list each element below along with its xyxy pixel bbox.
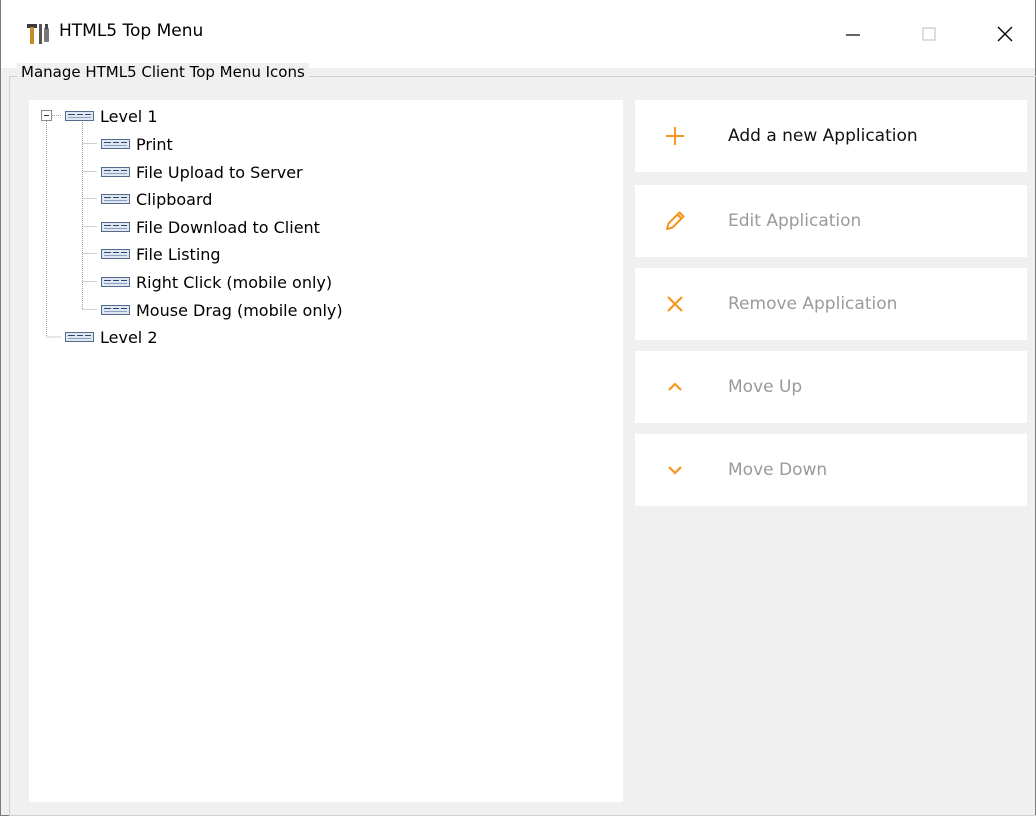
tree-node-label: File Upload to Server: [136, 162, 303, 182]
tree-node-file-download[interactable]: File Download to Client: [101, 216, 320, 238]
tree-node-label: Print: [136, 134, 173, 154]
menu-bar-icon: [101, 277, 130, 287]
menu-bar-icon: [101, 194, 130, 204]
minimize-icon: [846, 34, 860, 36]
close-button[interactable]: [973, 0, 1036, 68]
close-icon: [997, 26, 1013, 42]
edit-application-label: Edit Application: [728, 211, 862, 231]
plus-icon: [666, 127, 684, 145]
tree-node-label: Clipboard: [136, 189, 213, 209]
minimize-button[interactable]: [821, 0, 885, 68]
x-icon: [667, 296, 683, 312]
remove-application-button[interactable]: Remove Application: [635, 268, 1027, 340]
collapse-toggle[interactable]: [41, 110, 52, 121]
menu-bar-icon: [65, 111, 94, 121]
tree-node-label: Level 2: [100, 327, 158, 347]
menu-tree-view[interactable]: Level 1 Print File Upload to Server Clip…: [29, 100, 623, 802]
tree-node-level-2[interactable]: Level 2: [65, 326, 158, 348]
add-application-button[interactable]: Add a new Application: [635, 100, 1027, 172]
maximize-icon: [922, 27, 936, 41]
menu-bar-icon: [101, 167, 130, 177]
title-bar[interactable]: HTML5 Top Menu: [1, 0, 1035, 68]
menu-bar-icon: [101, 305, 130, 315]
tree-node-right-click[interactable]: Right Click (mobile only): [101, 271, 332, 293]
pencil-icon: [666, 211, 685, 230]
menu-bar-icon: [101, 249, 130, 259]
tree-node-level-1[interactable]: Level 1: [65, 105, 158, 127]
tree-node-label: File Listing: [136, 244, 221, 264]
tree-node-mouse-drag[interactable]: Mouse Drag (mobile only): [101, 299, 343, 321]
window-title: HTML5 Top Menu: [59, 21, 204, 41]
menu-bar-icon: [65, 332, 94, 342]
tree-node-label: Level 1: [100, 106, 158, 126]
actions-panel: Add a new Application Edit Application R…: [623, 100, 1036, 802]
chevron-up-icon: [668, 382, 682, 391]
add-application-label: Add a new Application: [728, 126, 918, 146]
tree-node-label: Mouse Drag (mobile only): [136, 300, 343, 320]
tree-node-print[interactable]: Print: [101, 133, 173, 155]
menu-bar-icon: [101, 222, 130, 232]
tools-app-icon: [27, 24, 49, 44]
maximize-button[interactable]: [897, 0, 961, 68]
tree-node-file-upload[interactable]: File Upload to Server: [101, 161, 303, 183]
tree-node-clipboard[interactable]: Clipboard: [101, 188, 212, 210]
tree-node-file-listing[interactable]: File Listing: [101, 243, 221, 265]
move-down-button[interactable]: Move Down: [635, 434, 1027, 506]
move-up-button[interactable]: Move Up: [635, 351, 1027, 423]
move-up-label: Move Up: [728, 377, 803, 397]
chevron-down-icon: [668, 466, 682, 475]
edit-application-button[interactable]: Edit Application: [635, 185, 1027, 257]
remove-application-label: Remove Application: [728, 294, 898, 314]
window: HTML5 Top Menu Manage HTML5 Client Top M…: [0, 0, 1036, 816]
groupbox-legend: Manage HTML5 Client Top Menu Icons: [17, 63, 309, 81]
tree-node-label: File Download to Client: [136, 217, 320, 237]
menu-bar-icon: [101, 139, 130, 149]
tree-node-label: Right Click (mobile only): [136, 272, 333, 292]
move-down-label: Move Down: [728, 460, 828, 480]
